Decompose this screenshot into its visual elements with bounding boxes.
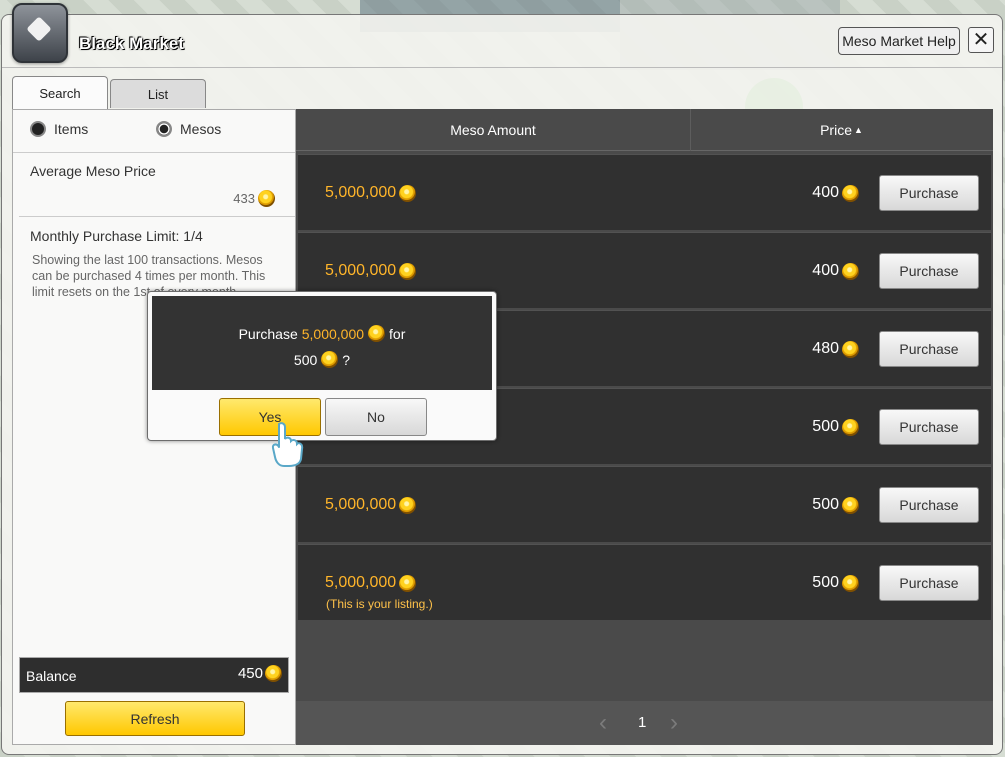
listing-price: 500	[812, 496, 859, 514]
window-title: Black Market	[79, 34, 184, 53]
meso-amount: 5,000,000	[325, 262, 417, 280]
column-price-label: Price	[820, 122, 852, 138]
radio-mesos[interactable]: Mesos	[156, 121, 221, 137]
dialog-question-mark: ?	[342, 351, 351, 368]
listing-price: 500	[812, 418, 859, 436]
meso-amount-value: 5,000,000	[325, 184, 397, 201]
purchase-button[interactable]: Purchase	[879, 409, 979, 445]
radio-unchecked-icon	[30, 121, 46, 137]
purchase-button[interactable]: Purchase	[879, 331, 979, 367]
monthly-limit-label: Monthly Purchase Limit: 1/4	[30, 228, 203, 244]
close-icon[interactable]: ✕	[968, 27, 994, 53]
meso-amount: 5,000,000	[325, 496, 417, 514]
meso-market-help-button[interactable]: Meso Market Help	[838, 27, 960, 55]
listing-price: 500	[812, 574, 859, 592]
listing-price-value: 480	[812, 340, 839, 357]
listing-price: 400	[812, 262, 859, 280]
coin-icon	[321, 351, 339, 368]
coin-icon	[399, 184, 417, 202]
chevron-right-icon[interactable]: ›	[670, 709, 678, 737]
balance-label: Balance	[26, 668, 77, 684]
dialog-line-1: Purchase 5,000,000 for	[152, 325, 492, 342]
coin-icon	[258, 190, 275, 207]
radio-checked-icon	[156, 121, 172, 137]
dialog-amount: 5,000,000	[301, 325, 365, 342]
meso-amount-value: 5,000,000	[325, 574, 397, 591]
column-meso-amount[interactable]: Meso Amount	[296, 109, 691, 151]
purchase-button[interactable]: Purchase	[879, 565, 979, 601]
listing-price-value: 500	[812, 574, 839, 591]
refresh-button[interactable]: Refresh	[65, 701, 245, 736]
coin-icon	[842, 340, 859, 358]
table-header: Meso Amount Price ▲	[296, 109, 993, 151]
radio-items[interactable]: Items	[30, 121, 88, 137]
balance-number: 450	[237, 665, 263, 682]
black-market-icon	[12, 3, 68, 63]
coin-icon	[842, 496, 859, 514]
coin-icon	[265, 665, 282, 682]
titlebar[interactable]: Black Market Meso Market Help ✕	[2, 3, 1002, 68]
average-price-value: 433	[233, 190, 275, 207]
listing-price-value: 500	[812, 496, 839, 513]
radio-items-label: Items	[54, 121, 89, 137]
tab-search[interactable]: Search	[12, 76, 108, 109]
table-row: 5,000,000 500 Purchase	[298, 466, 991, 542]
page-number: 1	[638, 714, 647, 731]
purchase-button[interactable]: Purchase	[879, 175, 979, 211]
meso-amount-value: 5,000,000	[325, 262, 397, 279]
purchase-button[interactable]: Purchase	[879, 253, 979, 289]
radio-mesos-label: Mesos	[180, 121, 222, 137]
dialog-prefix: Purchase	[238, 325, 298, 342]
balance-value: 450	[238, 665, 282, 682]
no-button[interactable]: No	[325, 398, 427, 436]
sort-up-icon: ▲	[853, 125, 863, 135]
purchase-confirm-dialog: Purchase 5,000,000 for 500 ? Yes No	[147, 291, 497, 441]
coin-icon	[842, 574, 859, 592]
chevron-left-icon[interactable]: ‹	[599, 709, 607, 737]
listing-price: 480	[812, 340, 859, 358]
coin-icon	[842, 262, 859, 280]
dialog-for: for	[389, 325, 406, 342]
listing-price: 400	[812, 184, 859, 202]
divider	[19, 216, 295, 217]
balance-bar: Balance 450	[19, 657, 289, 693]
coin-icon	[842, 418, 859, 436]
average-price-number: 433	[233, 191, 255, 206]
listing-price-value: 400	[812, 262, 839, 279]
meso-amount: 5,000,000	[325, 574, 417, 592]
coin-icon	[399, 574, 417, 592]
dialog-message: Purchase 5,000,000 for 500 ?	[152, 296, 492, 390]
meso-amount-value: 5,000,000	[325, 496, 397, 513]
pagination: ‹ 1 ›	[296, 701, 993, 745]
hand-cursor-icon	[271, 422, 304, 467]
type-selector: Items Mesos	[13, 110, 295, 153]
table-row: 5,000,000 (This is your listing.) 500 Pu…	[298, 544, 991, 620]
dialog-line-2: 500 ?	[152, 351, 492, 368]
meso-amount: 5,000,000	[325, 184, 417, 202]
column-price[interactable]: Price ▲	[690, 109, 993, 151]
purchase-button[interactable]: Purchase	[879, 487, 979, 523]
average-price-label: Average Meso Price	[30, 163, 156, 179]
coin-icon	[368, 325, 386, 342]
tab-list[interactable]: List	[110, 79, 206, 108]
coin-icon	[399, 496, 417, 514]
listing-price-value: 400	[812, 184, 839, 201]
coin-icon	[399, 262, 417, 280]
own-listing-note: (This is your listing.)	[326, 597, 433, 611]
listing-price-value: 500	[812, 418, 839, 435]
table-row: 5,000,000 400 Purchase	[298, 154, 991, 230]
coin-icon	[842, 184, 859, 202]
dialog-price: 500	[293, 351, 318, 368]
